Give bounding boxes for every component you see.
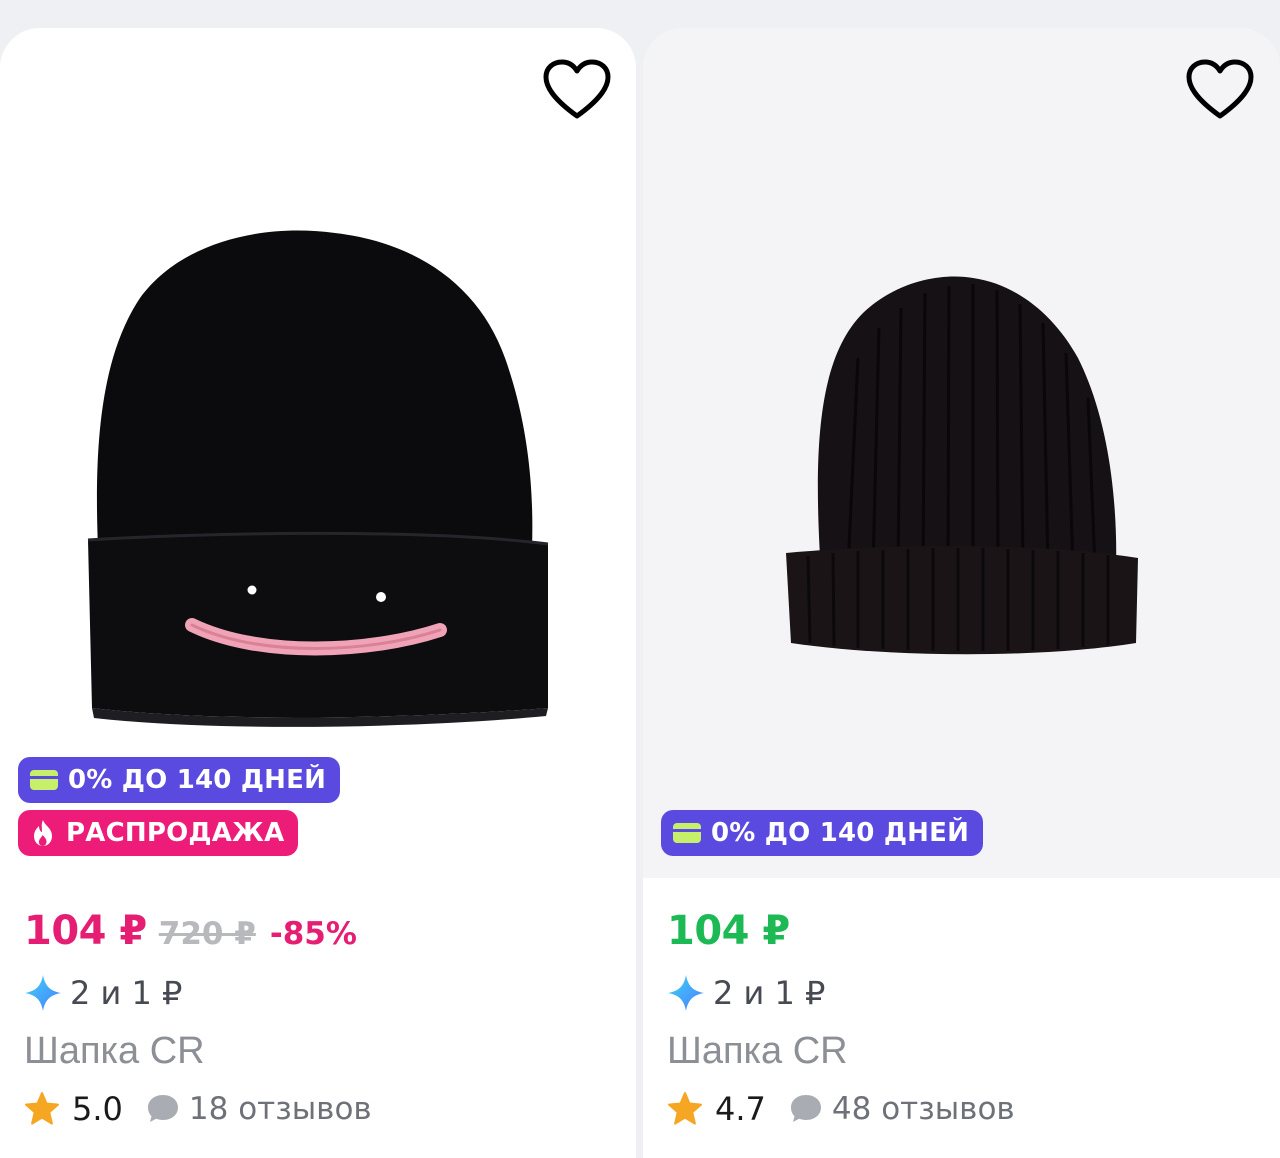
rating-value: 5.0 [72, 1090, 123, 1128]
product-info: 104 ₽ 2 и 1 ₽ Шапка CR 4.7 48 отзывов [667, 908, 1264, 1132]
installment-badge[interactable]: 0% ДО 140 ДНЕЙ [661, 810, 984, 856]
bonus-text: 2 и 1 ₽ [70, 974, 183, 1012]
heart-outline-icon[interactable] [542, 58, 612, 122]
bonus-row: 2 и 1 ₽ [667, 970, 1264, 1016]
star-icon [24, 1091, 60, 1127]
sale-badge-label: РАСПРОДАЖА [66, 818, 285, 848]
discount: -85% [269, 916, 357, 952]
sparkle-icon [667, 974, 705, 1012]
price-row: 104 ₽ [667, 908, 1264, 960]
hat-with-smile-image [87, 230, 549, 727]
card-icon [673, 823, 701, 843]
price: 104 ₽ [24, 908, 147, 954]
installment-badge-label: 0% ДО 140 ДНЕЙ [711, 818, 970, 848]
chat-bubble-icon [788, 1092, 824, 1126]
sparkle-icon [24, 974, 62, 1012]
reviews-count[interactable]: 18 отзывов [189, 1091, 372, 1127]
rating-row: 5.0 18 отзывов [24, 1086, 620, 1132]
sale-badge[interactable]: РАСПРОДАЖА [18, 810, 299, 856]
product-card[interactable]: 0% ДО 140 ДНЕЙ РАСПРОДАЖА 104 ₽ 720 ₽ -8… [0, 28, 636, 1158]
product-info: 104 ₽ 720 ₽ -85% 2 и 1 ₽ Шапка CR 5.0 18… [24, 908, 620, 1132]
badges: 0% ДО 140 ДНЕЙ [661, 810, 984, 863]
heart-outline-icon[interactable] [1185, 58, 1255, 122]
badges: 0% ДО 140 ДНЕЙ РАСПРОДАЖА [18, 757, 341, 863]
rating-value: 4.7 [715, 1090, 766, 1128]
reviews-count[interactable]: 48 отзывов [832, 1091, 1015, 1127]
bonus-row: 2 и 1 ₽ [24, 970, 620, 1016]
chat-bubble-icon [145, 1092, 181, 1126]
installment-badge-label: 0% ДО 140 ДНЕЙ [68, 765, 327, 795]
rating-row: 4.7 48 отзывов [667, 1086, 1264, 1132]
star-icon [667, 1091, 703, 1127]
ribbed-hat-image [786, 276, 1138, 655]
product-title[interactable]: Шапка CR [24, 1028, 620, 1074]
bonus-text: 2 и 1 ₽ [713, 974, 826, 1012]
fire-icon [30, 819, 56, 847]
price-row: 104 ₽ 720 ₽ -85% [24, 908, 620, 960]
old-price: 720 ₽ [158, 916, 256, 952]
installment-badge[interactable]: 0% ДО 140 ДНЕЙ [18, 757, 341, 803]
price: 104 ₽ [667, 908, 790, 954]
product-image[interactable] [0, 28, 636, 878]
product-card[interactable]: 0% ДО 140 ДНЕЙ 104 ₽ 2 и 1 ₽ Шапка CR 4.… [643, 28, 1280, 1158]
product-title[interactable]: Шапка CR [667, 1028, 1264, 1074]
product-image[interactable] [643, 28, 1280, 878]
card-icon [30, 770, 58, 790]
